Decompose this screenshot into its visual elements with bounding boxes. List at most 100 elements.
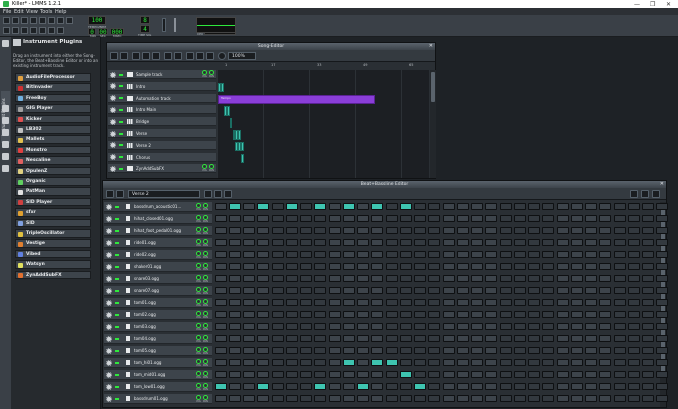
step-cell[interactable] — [386, 251, 398, 258]
track-settings-gear-icon[interactable] — [110, 71, 116, 78]
step-cell[interactable] — [571, 383, 583, 390]
step-cell[interactable] — [571, 251, 583, 258]
step-cell[interactable] — [286, 383, 298, 390]
step-cell[interactable] — [642, 251, 654, 258]
step-cell[interactable] — [386, 299, 398, 306]
step-cell[interactable] — [215, 347, 227, 354]
track-vol-pan-knobs[interactable]: VOL PAN — [196, 263, 210, 271]
step-cell[interactable] — [400, 215, 412, 222]
step-cell[interactable] — [557, 251, 569, 258]
automation-editor-toggle-icon[interactable] — [30, 27, 37, 34]
oscilloscope[interactable] — [196, 17, 236, 33]
step-cell[interactable] — [371, 299, 383, 306]
step-cell[interactable] — [314, 383, 326, 390]
step-cell[interactable] — [286, 251, 298, 258]
bb-pattern-select[interactable]: Verse 2 — [128, 190, 200, 198]
step-cell[interactable] — [457, 203, 469, 210]
step-cell[interactable] — [457, 299, 469, 306]
step-cell[interactable] — [485, 335, 497, 342]
step-cell[interactable] — [542, 275, 554, 282]
track-mute-led[interactable] — [115, 373, 119, 376]
step-cell[interactable] — [500, 371, 512, 378]
step-cell[interactable] — [428, 347, 440, 354]
step-cell[interactable] — [343, 215, 355, 222]
song-track-row[interactable]: Verse — [108, 129, 216, 138]
step-cell[interactable] — [514, 395, 526, 402]
export-tracks-icon[interactable] — [66, 17, 73, 24]
song-track-row[interactable]: Intro — [108, 81, 216, 91]
step-cell[interactable] — [614, 335, 626, 342]
step-cell[interactable] — [528, 335, 540, 342]
step-cell[interactable] — [414, 299, 426, 306]
step-cell[interactable] — [371, 275, 383, 282]
step-cell[interactable] — [500, 203, 512, 210]
step-cell[interactable] — [428, 239, 440, 246]
step-cell[interactable] — [500, 287, 512, 294]
step-cell[interactable] — [357, 359, 369, 366]
step-cell[interactable] — [215, 275, 227, 282]
computer-icon[interactable] — [2, 165, 9, 172]
track-vol-pan-knobs[interactable]: VOL PAN — [196, 347, 210, 355]
track-settings-gear-icon[interactable] — [106, 203, 112, 210]
step-cell[interactable] — [528, 323, 540, 330]
step-cell[interactable] — [229, 299, 241, 306]
step-cell[interactable] — [614, 311, 626, 318]
track-mute-led[interactable] — [115, 205, 119, 208]
automation-clip[interactable]: Tempo — [218, 94, 375, 105]
step-cell[interactable] — [414, 251, 426, 258]
track-mute-led[interactable] — [119, 97, 123, 100]
step-cell[interactable] — [257, 215, 269, 222]
step-cell[interactable] — [599, 347, 611, 354]
step-cell[interactable] — [457, 311, 469, 318]
step-cell[interactable] — [343, 371, 355, 378]
step-cell[interactable] — [272, 371, 284, 378]
step-cell[interactable] — [243, 239, 255, 246]
track-settings-gear-icon[interactable] — [106, 215, 112, 222]
step-cell[interactable] — [528, 263, 540, 270]
step-cell[interactable] — [514, 275, 526, 282]
step-cell[interactable] — [414, 395, 426, 402]
step-cell[interactable] — [528, 227, 540, 234]
step-cell[interactable] — [286, 335, 298, 342]
step-cell[interactable] — [585, 323, 597, 330]
step-cell[interactable] — [585, 311, 597, 318]
step-cell[interactable] — [428, 299, 440, 306]
step-cell[interactable] — [243, 275, 255, 282]
step-cell[interactable] — [357, 275, 369, 282]
step-cell[interactable] — [471, 395, 483, 402]
step-cell[interactable] — [357, 311, 369, 318]
step-cell[interactable] — [243, 323, 255, 330]
step-cell[interactable] — [557, 395, 569, 402]
step-cell[interactable] — [471, 347, 483, 354]
step-cell[interactable] — [215, 287, 227, 294]
track-settings-gear-icon[interactable] — [110, 106, 116, 113]
plugin-item[interactable]: Organic — [15, 177, 91, 186]
step-cell[interactable] — [642, 395, 654, 402]
step-cell[interactable] — [357, 227, 369, 234]
step-cell[interactable] — [528, 395, 540, 402]
step-cell[interactable] — [585, 383, 597, 390]
step-cell[interactable] — [229, 395, 241, 402]
step-cell[interactable] — [243, 359, 255, 366]
step-cell[interactable] — [357, 383, 369, 390]
step-cell[interactable] — [300, 359, 312, 366]
track-settings-gear-icon[interactable] — [106, 347, 112, 354]
step-cell[interactable] — [243, 263, 255, 270]
open-project-icon[interactable] — [21, 17, 28, 24]
step-cell[interactable] — [485, 263, 497, 270]
step-cell[interactable] — [300, 395, 312, 402]
step-cell[interactable] — [215, 383, 227, 390]
step-cell[interactable] — [642, 203, 654, 210]
step-cell[interactable] — [557, 239, 569, 246]
step-cell[interactable] — [628, 203, 640, 210]
bb-add-steps-icon[interactable] — [641, 190, 649, 198]
step-cell[interactable] — [357, 395, 369, 402]
step-cell[interactable] — [656, 239, 668, 246]
step-cell[interactable] — [443, 215, 455, 222]
step-cell[interactable] — [272, 383, 284, 390]
track-settings-gear-icon[interactable] — [106, 251, 112, 258]
step-cell[interactable] — [272, 347, 284, 354]
step-cell[interactable] — [542, 347, 554, 354]
step-cell[interactable] — [500, 311, 512, 318]
plugin-item[interactable]: ZynAddSubFX — [15, 270, 91, 280]
